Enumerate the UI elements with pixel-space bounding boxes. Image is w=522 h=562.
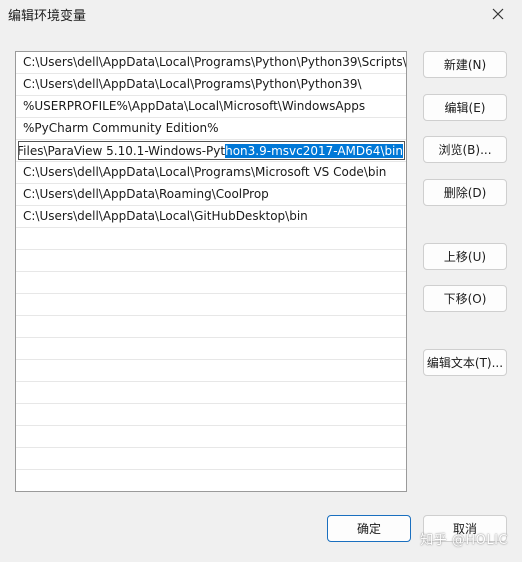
path-edit-input[interactable]: C:\Program Files\ParaView 5.10.1-Windows… [18,141,405,160]
watermark: 知乎 @HOLIC [420,533,508,548]
list-item-empty [16,360,406,382]
list-item[interactable]: %USERPROFILE%\AppData\Local\Microsoft\Wi… [16,96,406,118]
list-item-empty [16,338,406,360]
new-button[interactable]: 新建(N) [423,51,507,78]
delete-button[interactable]: 删除(D) [423,179,507,206]
browse-button[interactable]: 浏览(B)... [423,136,507,163]
list-item[interactable]: C:\Users\dell\AppData\Local\Programs\Mic… [16,162,406,184]
path-list[interactable]: C:\Users\dell\AppData\Local\Programs\Pyt… [15,51,407,492]
list-item[interactable]: C:\Users\dell\AppData\Local\Programs\Pyt… [16,52,406,74]
edit-text-unselected: C:\Program Files\ParaView 5.10.1-Windows… [18,144,226,158]
list-item-empty [16,228,406,250]
edit-button[interactable]: 编辑(E) [423,94,507,121]
list-item-editing[interactable]: C:\Program Files\ParaView 5.10.1-Windows… [16,140,406,162]
list-item[interactable]: %PyCharm Community Edition% [16,118,406,140]
list-item-empty [16,382,406,404]
list-item-empty [16,272,406,294]
list-item-empty [16,316,406,338]
edit-text-selected: hon3.9-msvc2017-AMD64\bin [225,144,403,158]
ok-button[interactable]: 确定 [327,515,411,542]
list-item-empty [16,294,406,316]
list-item-empty [16,470,406,491]
list-item[interactable]: C:\Users\dell\AppData\Local\Programs\Pyt… [16,74,406,96]
list-item[interactable]: C:\Users\dell\AppData\Roaming\CoolProp [16,184,406,206]
close-icon [492,8,504,20]
move-up-button[interactable]: 上移(U) [423,243,507,270]
window-title: 编辑环境变量 [8,9,87,24]
path-edit-text: C:\Program Files\ParaView 5.10.1-Windows… [18,142,403,159]
move-down-button[interactable]: 下移(O) [423,285,507,312]
list-item-empty [16,250,406,272]
list-item-empty [16,426,406,448]
list-item-empty [16,404,406,426]
edit-text-button[interactable]: 编辑文本(T)... [423,349,507,376]
list-item-empty [16,448,406,470]
list-item[interactable]: C:\Users\dell\AppData\Local\GitHubDeskto… [16,206,406,228]
close-button[interactable] [486,2,510,26]
